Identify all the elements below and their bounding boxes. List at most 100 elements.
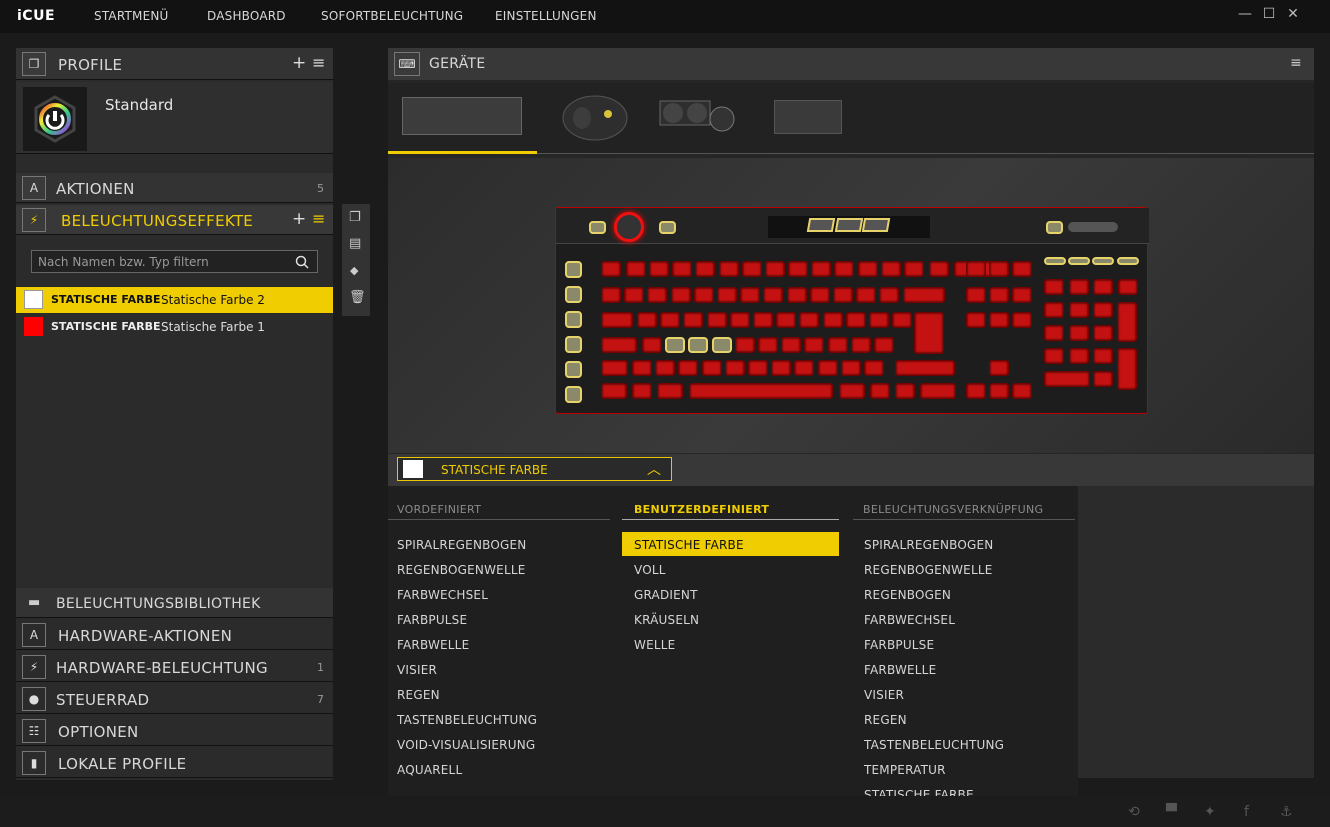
nav-key[interactable] bbox=[966, 261, 986, 277]
backspace-key[interactable] bbox=[903, 287, 945, 303]
g-key[interactable] bbox=[565, 286, 582, 303]
media-key[interactable] bbox=[834, 218, 864, 232]
letter-key[interactable] bbox=[892, 312, 913, 328]
numpad-media-key[interactable] bbox=[1044, 257, 1066, 265]
letter-key[interactable] bbox=[804, 337, 825, 353]
effect-option[interactable]: FARBWELLE bbox=[864, 663, 936, 677]
function-key[interactable] bbox=[765, 261, 785, 277]
effect-option[interactable]: TASTENBELEUCHTUNG bbox=[864, 738, 1004, 752]
number-key[interactable] bbox=[763, 287, 784, 303]
letter-key[interactable] bbox=[701, 360, 722, 376]
function-key[interactable] bbox=[742, 261, 762, 277]
tab-key[interactable] bbox=[601, 312, 633, 328]
function-key[interactable] bbox=[929, 261, 949, 277]
section-aktionen[interactable]: A AKTIONEN 5 bbox=[16, 173, 333, 203]
nav-key[interactable] bbox=[1012, 261, 1032, 277]
effect-option[interactable]: VISIER bbox=[864, 688, 904, 702]
g-key[interactable] bbox=[565, 261, 582, 278]
number-key[interactable] bbox=[833, 287, 853, 303]
effect-option[interactable]: FARBWECHSEL bbox=[397, 588, 488, 602]
letter-key[interactable] bbox=[794, 360, 815, 376]
maximize-button[interactable]: ☐ bbox=[1260, 6, 1278, 26]
facebook-icon[interactable]: f bbox=[1244, 804, 1249, 820]
g-key[interactable] bbox=[565, 386, 582, 403]
function-key[interactable] bbox=[834, 261, 854, 277]
device-mouse-tab[interactable] bbox=[560, 88, 630, 146]
effect-menu-icon[interactable]: ≡ bbox=[312, 209, 325, 228]
letter-key[interactable] bbox=[874, 337, 894, 353]
nav-key[interactable] bbox=[989, 312, 1009, 328]
arrow-key[interactable] bbox=[989, 360, 1009, 376]
add-profile-icon[interactable]: + bbox=[292, 53, 306, 73]
numpad-media-key[interactable] bbox=[1068, 257, 1090, 265]
volume-roller[interactable] bbox=[1068, 222, 1118, 232]
letter-key[interactable] bbox=[781, 337, 802, 353]
section-hw-aktionen[interactable]: A HARDWARE-AKTIONEN bbox=[16, 620, 333, 650]
section-lokale-profile[interactable]: ▮ LOKALE PROFILE bbox=[16, 748, 333, 778]
effect-option[interactable]: FARBWECHSEL bbox=[864, 613, 955, 627]
letter-key[interactable] bbox=[758, 337, 778, 353]
letter-key[interactable] bbox=[665, 337, 686, 353]
alt-key[interactable] bbox=[839, 383, 865, 399]
numpad-key[interactable] bbox=[1068, 302, 1089, 318]
function-key[interactable] bbox=[904, 261, 924, 277]
g-key[interactable] bbox=[565, 361, 582, 378]
arrow-key[interactable] bbox=[1012, 383, 1032, 399]
letter-key[interactable] bbox=[729, 312, 750, 328]
arrow-key[interactable] bbox=[989, 383, 1009, 399]
letter-key[interactable] bbox=[845, 312, 866, 328]
numpad-enter-key[interactable] bbox=[1117, 348, 1137, 390]
effect-item-1[interactable]: STATISCHE FARBE Statische Farbe 2 bbox=[16, 287, 333, 313]
shift-key[interactable] bbox=[601, 360, 628, 376]
letter-key[interactable] bbox=[864, 360, 884, 376]
add-effect-icon[interactable]: + bbox=[292, 209, 306, 229]
letter-key[interactable] bbox=[688, 337, 709, 353]
nav-sofortbeleuchtung[interactable]: SOFORTBELEUCHTUNG bbox=[321, 9, 463, 23]
letter-key[interactable] bbox=[655, 360, 676, 376]
effect-option[interactable]: REGENBOGENWELLE bbox=[864, 563, 993, 577]
reorder-icon[interactable]: ◆ bbox=[350, 264, 358, 277]
function-key[interactable] bbox=[858, 261, 878, 277]
effect-option[interactable]: STATISCHE FARBE bbox=[622, 532, 839, 556]
numpad-key[interactable] bbox=[1093, 325, 1113, 341]
number-key[interactable] bbox=[693, 287, 714, 303]
menu-key[interactable] bbox=[895, 383, 915, 399]
letter-key[interactable] bbox=[642, 337, 662, 353]
brightness-button[interactable] bbox=[614, 212, 644, 242]
numpad-key[interactable] bbox=[1068, 325, 1089, 341]
effect-option[interactable]: SPIRALREGENBOGEN bbox=[397, 538, 526, 552]
effect-option[interactable]: SPIRALREGENBOGEN bbox=[864, 538, 993, 552]
g-key[interactable] bbox=[565, 336, 582, 353]
device-keyboard-tab[interactable] bbox=[388, 83, 537, 154]
letter-key[interactable] bbox=[724, 360, 745, 376]
ctrl-key[interactable] bbox=[601, 383, 627, 399]
copy-icon[interactable]: ❐ bbox=[349, 210, 361, 225]
section-beleuchtungseffekte[interactable]: ⚡ BELEUCHTUNGSEFFEKTE + ≡ bbox=[16, 205, 333, 235]
effect-option[interactable]: FARBWELLE bbox=[397, 638, 469, 652]
mute-key[interactable] bbox=[1046, 221, 1063, 234]
media-key[interactable] bbox=[861, 218, 891, 232]
effect-option[interactable]: REGEN bbox=[864, 713, 907, 727]
function-key[interactable] bbox=[811, 261, 831, 277]
numpad-media-key[interactable] bbox=[1117, 257, 1139, 265]
number-key[interactable] bbox=[601, 287, 621, 303]
letter-key[interactable] bbox=[711, 337, 732, 353]
media-key[interactable] bbox=[806, 218, 836, 232]
numpad-key[interactable] bbox=[1093, 302, 1113, 318]
numpad-key[interactable] bbox=[1044, 279, 1064, 295]
right-shift-key[interactable] bbox=[895, 360, 955, 376]
effect-option[interactable]: VOID-VISUALISIERUNG bbox=[397, 738, 535, 752]
effect-option[interactable]: REGENBOGENWELLE bbox=[397, 563, 526, 577]
letter-key[interactable] bbox=[869, 312, 889, 328]
letter-key[interactable] bbox=[771, 360, 792, 376]
letter-key[interactable] bbox=[660, 312, 681, 328]
letter-key[interactable] bbox=[683, 312, 704, 328]
effect-type-dropdown[interactable]: STATISCHE FARBE ︿ bbox=[397, 457, 672, 481]
nav-key[interactable] bbox=[966, 287, 986, 303]
letter-key[interactable] bbox=[827, 337, 848, 353]
letter-key[interactable] bbox=[822, 312, 843, 328]
letter-key[interactable] bbox=[678, 360, 699, 376]
nav-key[interactable] bbox=[1012, 312, 1032, 328]
nav-einstellungen[interactable]: EINSTELLUNGEN bbox=[495, 9, 597, 23]
function-key[interactable] bbox=[881, 261, 901, 277]
